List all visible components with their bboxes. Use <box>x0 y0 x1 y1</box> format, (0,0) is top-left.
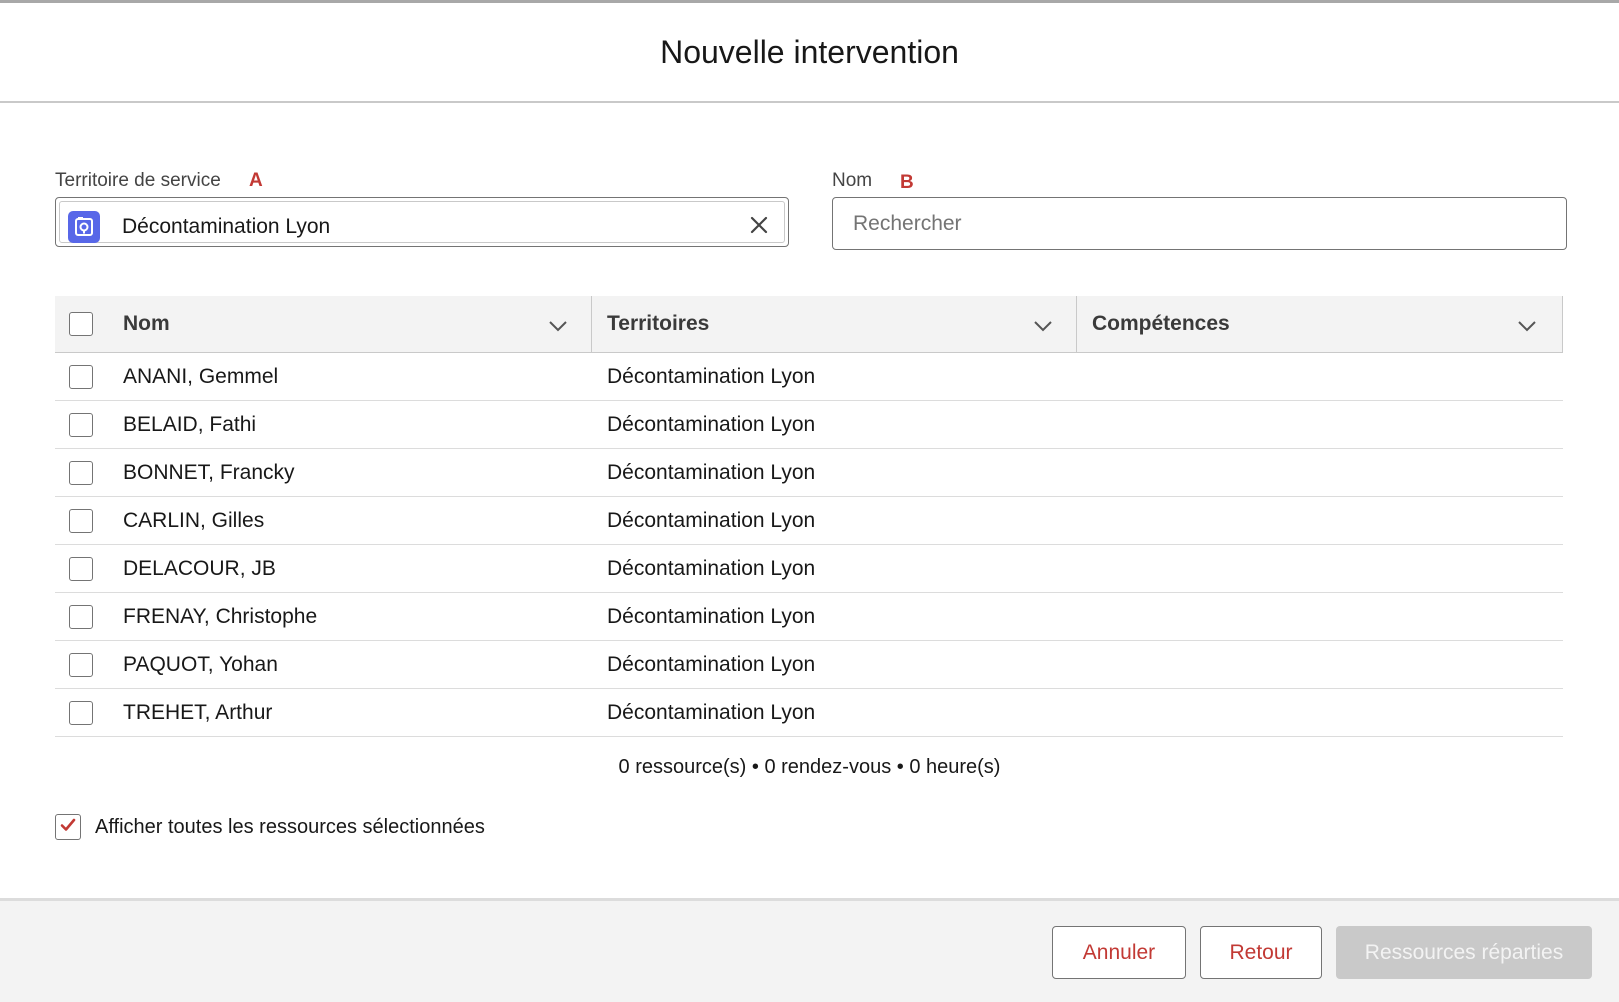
resource-name: BELAID, Fathi <box>123 412 257 436</box>
resource-name: CARLIN, Gilles <box>123 508 265 532</box>
column-header-name-label: Nom <box>123 312 170 335</box>
row-checkbox[interactable] <box>69 605 93 629</box>
lookup-pill: Décontamination Lyon <box>59 201 785 243</box>
resource-territory: Décontamination Lyon <box>607 604 816 628</box>
checkmark-icon <box>59 816 77 839</box>
table-row[interactable]: PAQUOT, Yohan Décontamination Lyon <box>55 641 1563 689</box>
column-divider <box>1562 296 1563 352</box>
resource-territory: Décontamination Lyon <box>607 364 816 388</box>
resource-territory: Décontamination Lyon <box>607 508 816 532</box>
column-header-skills-label: Compétences <box>1092 312 1230 335</box>
show-all-selected-checkbox[interactable] <box>55 814 81 840</box>
row-checkbox[interactable] <box>69 365 93 389</box>
resources-table: Nom Territoires Compétences ANANI, Gemme… <box>55 296 1563 737</box>
row-checkbox[interactable] <box>69 461 93 485</box>
table-header: Nom Territoires Compétences <box>55 296 1563 353</box>
resource-territory: Décontamination Lyon <box>607 652 816 676</box>
service-territory-label: Territoire de service <box>55 170 221 191</box>
service-territory-marker: A <box>249 170 263 191</box>
resource-name: PAQUOT, Yohan <box>123 652 278 676</box>
resource-name: ANANI, Gemmel <box>123 364 279 388</box>
name-search-input[interactable] <box>832 197 1567 250</box>
resource-territory: Décontamination Lyon <box>607 556 816 580</box>
service-territory-lookup[interactable]: Décontamination Lyon <box>55 197 789 247</box>
table-row[interactable]: BELAID, Fathi Décontamination Lyon <box>55 401 1563 449</box>
table-row[interactable]: CARLIN, Gilles Décontamination Lyon <box>55 497 1563 545</box>
service-territory-value: Décontamination Lyon <box>122 215 331 238</box>
column-divider[interactable] <box>1076 296 1077 352</box>
chevron-down-icon[interactable] <box>1032 314 1054 336</box>
modal-title: Nouvelle intervention <box>660 33 959 70</box>
row-checkbox[interactable] <box>69 701 93 725</box>
resource-territory: Décontamination Lyon <box>607 700 816 724</box>
selection-summary: 0 ressource(s) • 0 rendez-vous • 0 heure… <box>618 756 1001 778</box>
table-row[interactable]: DELACOUR, JB Décontamination Lyon <box>55 545 1563 593</box>
column-header-territories[interactable]: Territoires <box>607 296 709 352</box>
column-divider[interactable] <box>591 296 592 352</box>
resource-name: TREHET, Arthur <box>123 700 273 724</box>
clear-selection-icon[interactable] <box>746 212 772 238</box>
chevron-down-icon[interactable] <box>1516 314 1538 336</box>
distribute-resources-button[interactable]: Ressources réparties <box>1336 926 1592 979</box>
resource-territory: Décontamination Lyon <box>607 412 816 436</box>
row-checkbox[interactable] <box>69 413 93 437</box>
resource-name: BONNET, Francky <box>123 460 295 484</box>
modal-header: Nouvelle intervention <box>0 3 1619 103</box>
resource-name: FRENAY, Christophe <box>123 604 318 628</box>
select-all-checkbox[interactable] <box>69 312 93 336</box>
table-row[interactable]: FRENAY, Christophe Décontamination Lyon <box>55 593 1563 641</box>
cancel-button[interactable]: Annuler <box>1052 926 1186 979</box>
chevron-down-icon[interactable] <box>547 314 569 336</box>
resource-name: DELACOUR, JB <box>123 556 276 580</box>
row-checkbox[interactable] <box>69 509 93 533</box>
resource-territory: Décontamination Lyon <box>607 460 816 484</box>
column-header-name[interactable]: Nom <box>123 296 170 352</box>
row-checkbox[interactable] <box>69 557 93 581</box>
modal-footer: Annuler Retour Ressources réparties <box>0 898 1619 1002</box>
table-row[interactable]: BONNET, Francky Décontamination Lyon <box>55 449 1563 497</box>
row-checkbox[interactable] <box>69 653 93 677</box>
service-territory-icon <box>68 211 100 243</box>
table-row[interactable]: TREHET, Arthur Décontamination Lyon <box>55 689 1563 737</box>
name-search-label: Nom <box>832 170 873 191</box>
show-all-selected-label: Afficher toutes les ressources sélection… <box>95 815 485 838</box>
name-search-marker: B <box>900 172 914 193</box>
back-button[interactable]: Retour <box>1200 926 1322 979</box>
show-all-selected-toggle[interactable]: Afficher toutes les ressources sélection… <box>55 814 485 840</box>
column-header-territories-label: Territoires <box>607 312 710 335</box>
table-row[interactable]: ANANI, Gemmel Décontamination Lyon <box>55 353 1563 401</box>
column-header-skills[interactable]: Compétences <box>1092 296 1230 352</box>
